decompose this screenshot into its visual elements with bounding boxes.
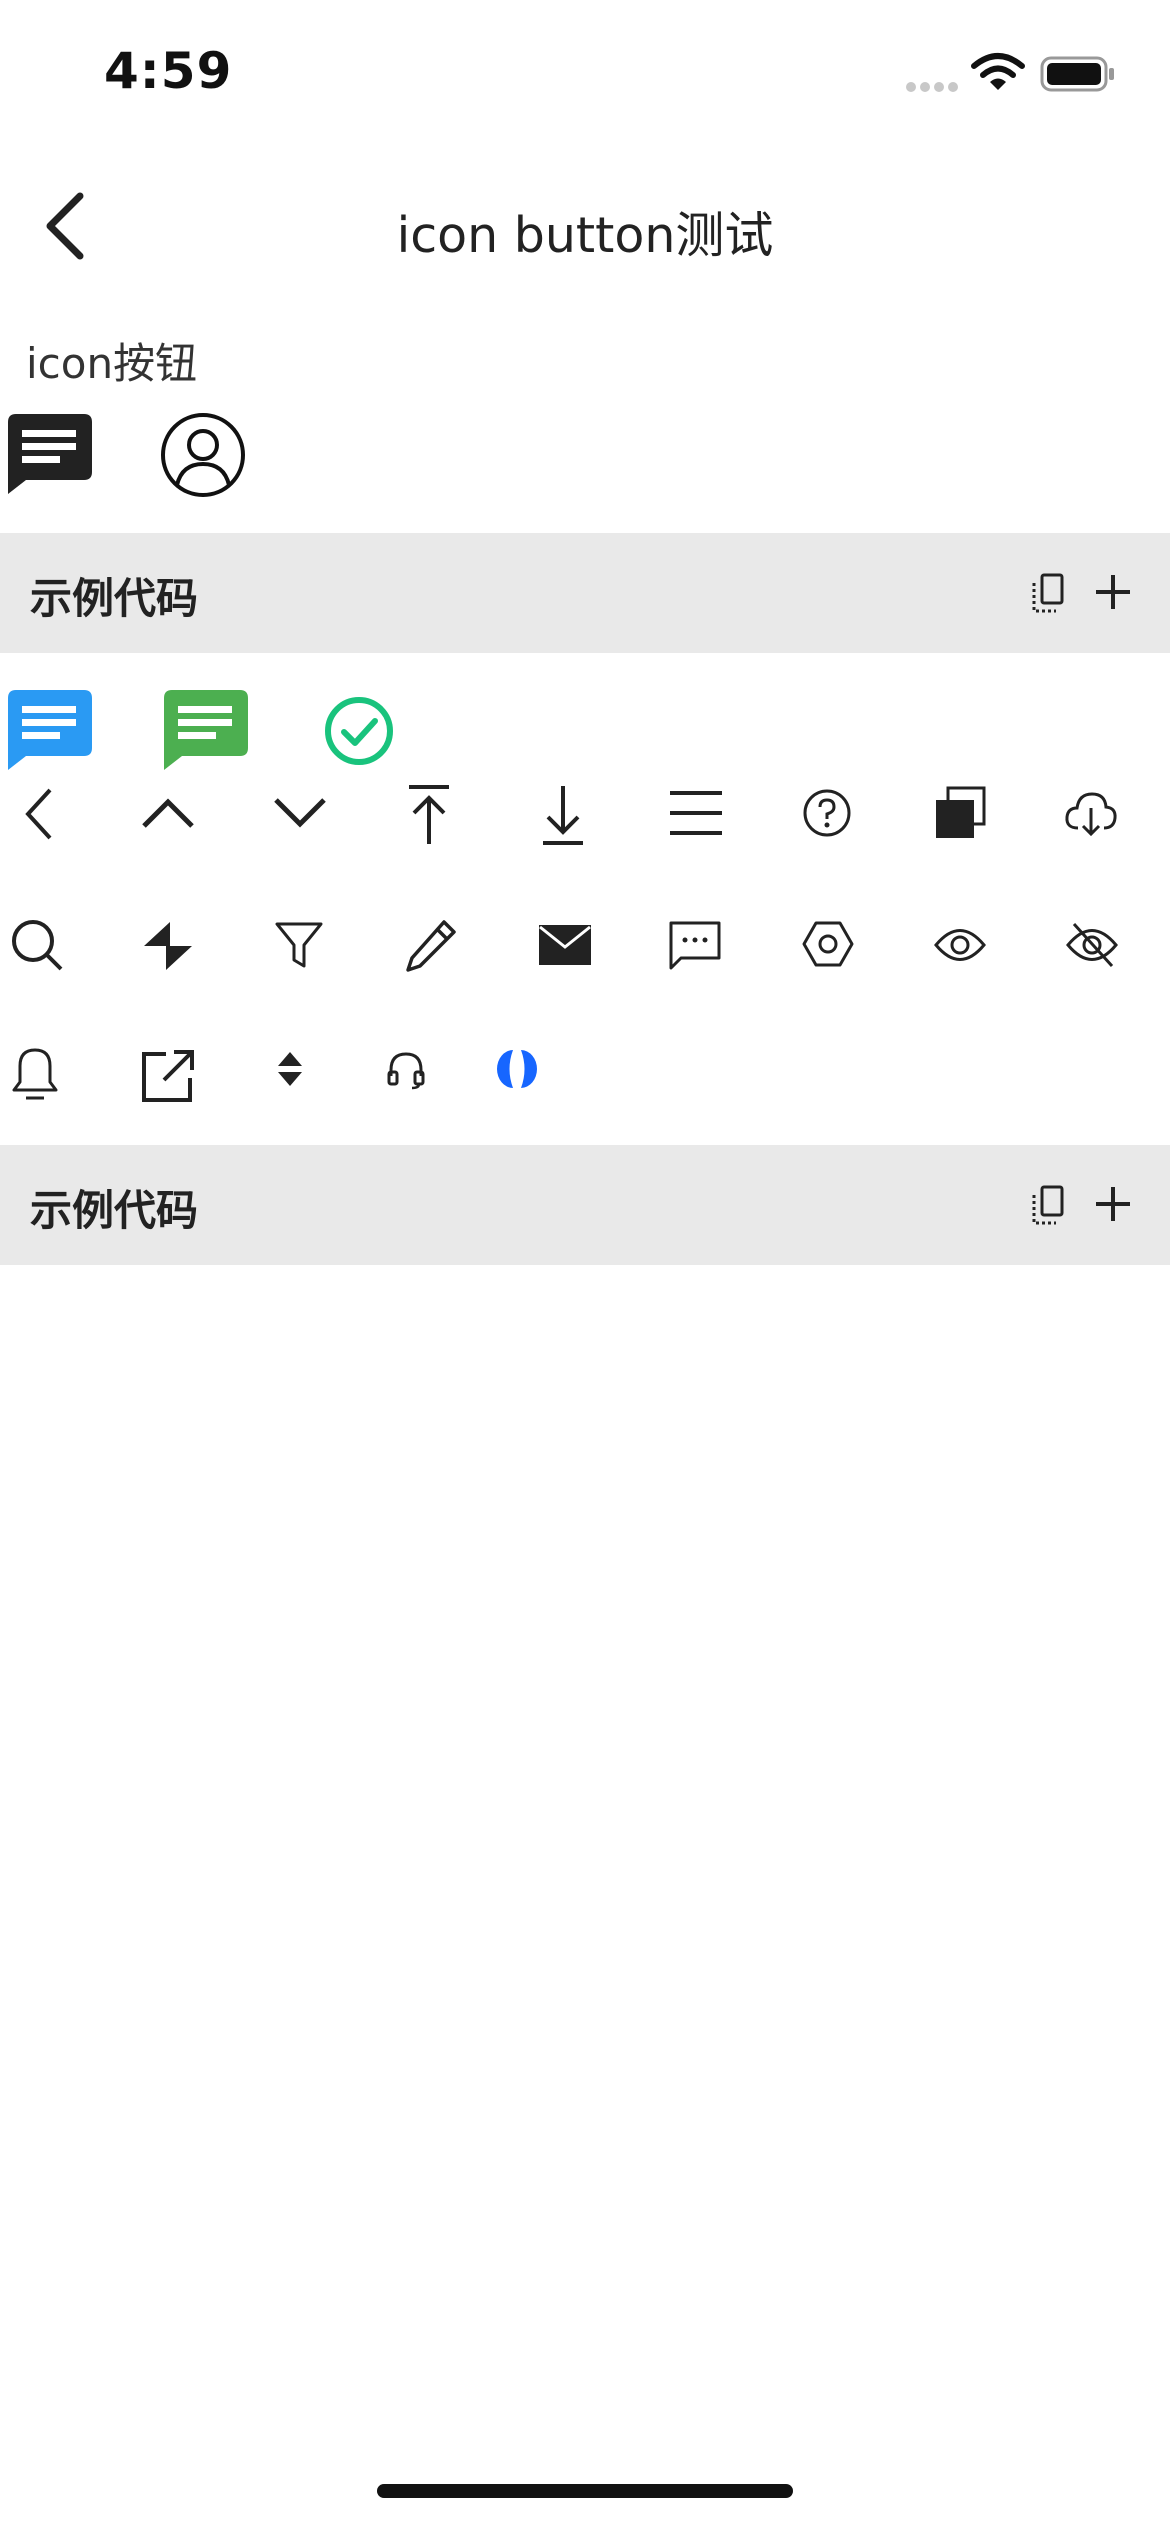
copy-icon[interactable] (1030, 573, 1066, 615)
bell-icon[interactable] (10, 1046, 60, 1104)
copy-icon[interactable] (1030, 1185, 1066, 1227)
message-green-icon[interactable] (164, 690, 248, 770)
cloud-download-icon[interactable] (1064, 788, 1118, 838)
code-bar-title: 示例代码 (30, 1186, 199, 1235)
section-label: icon按钮 (26, 339, 198, 388)
settings-hexagon-icon[interactable] (802, 920, 854, 968)
comment-icon[interactable] (668, 920, 722, 970)
eye-off-icon[interactable] (1066, 920, 1118, 970)
signal-icon (905, 80, 961, 94)
menu-icon[interactable] (668, 790, 724, 836)
page-title: icon button测试 (396, 207, 774, 264)
external-link-icon[interactable] (140, 1048, 196, 1104)
mail-icon[interactable] (538, 924, 592, 966)
code-bar: 示例代码 (0, 1145, 1170, 1265)
headset-icon[interactable] (386, 1050, 426, 1090)
sort-icon[interactable] (276, 1050, 304, 1088)
message-icon[interactable] (8, 414, 92, 494)
home-indicator (377, 2484, 793, 2498)
message-blue-icon[interactable] (8, 690, 92, 770)
chevron-up-icon[interactable] (140, 796, 196, 830)
bolt-icon[interactable] (142, 920, 194, 972)
copy-filled-icon[interactable] (934, 786, 986, 840)
code-bar-title: 示例代码 (30, 574, 199, 623)
help-circle-icon[interactable] (802, 788, 852, 838)
code-bar: 示例代码 (0, 533, 1170, 653)
plus-icon[interactable] (1094, 1185, 1132, 1223)
loading-icon (497, 1048, 537, 1090)
search-icon[interactable] (10, 918, 64, 972)
download-icon[interactable] (540, 784, 586, 846)
eye-icon[interactable] (934, 926, 986, 964)
chevron-left-icon[interactable] (20, 786, 60, 842)
battery-icon (1040, 56, 1116, 92)
plus-icon[interactable] (1094, 573, 1132, 611)
upload-icon[interactable] (406, 784, 452, 846)
status-time: 4:59 (104, 42, 233, 100)
chevron-down-icon[interactable] (272, 796, 328, 830)
wifi-icon (971, 52, 1025, 92)
edit-icon[interactable] (404, 918, 458, 974)
user-circle-icon[interactable] (160, 412, 246, 498)
check-circle-icon[interactable] (324, 696, 394, 766)
filter-icon[interactable] (274, 920, 324, 970)
